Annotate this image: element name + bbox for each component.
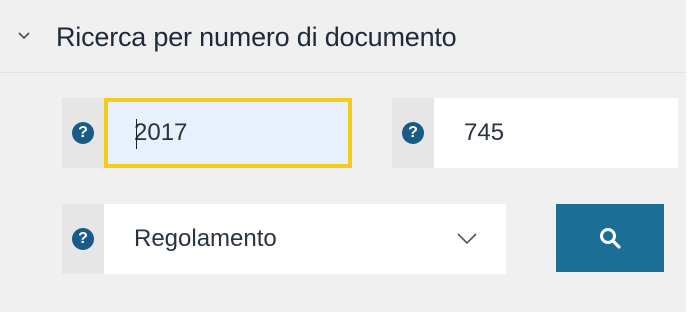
- section-title: Ricerca per numero di documento: [56, 22, 457, 52]
- chevron-down-icon[interactable]: [456, 230, 478, 248]
- year-value: 2017: [134, 119, 188, 146]
- number-help[interactable]: ?: [392, 98, 434, 168]
- year-field-group: ? 2017: [62, 98, 352, 168]
- text-caret: [136, 119, 137, 149]
- type-selected-value: Regolamento: [134, 225, 277, 252]
- section-header[interactable]: Ricerca per numero di documento: [0, 0, 686, 72]
- question-icon[interactable]: ?: [402, 122, 424, 144]
- question-icon[interactable]: ?: [72, 228, 94, 250]
- type-select[interactable]: Regolamento: [104, 204, 506, 274]
- search-panel: Ricerca per numero di documento ? 2017 ?…: [0, 0, 686, 312]
- search-icon: [600, 228, 621, 249]
- number-value: 745: [464, 119, 505, 146]
- chevron-down-icon[interactable]: [16, 28, 32, 44]
- number-input[interactable]: 745: [434, 98, 678, 168]
- number-field-group: ? 745: [392, 98, 678, 168]
- year-input[interactable]: 2017: [104, 98, 352, 168]
- divider: [0, 72, 686, 73]
- type-help[interactable]: ?: [62, 204, 104, 274]
- question-icon[interactable]: ?: [72, 122, 94, 144]
- type-field-group: ? Regolamento: [62, 204, 506, 274]
- search-button[interactable]: [556, 204, 664, 272]
- year-help[interactable]: ?: [62, 98, 104, 168]
